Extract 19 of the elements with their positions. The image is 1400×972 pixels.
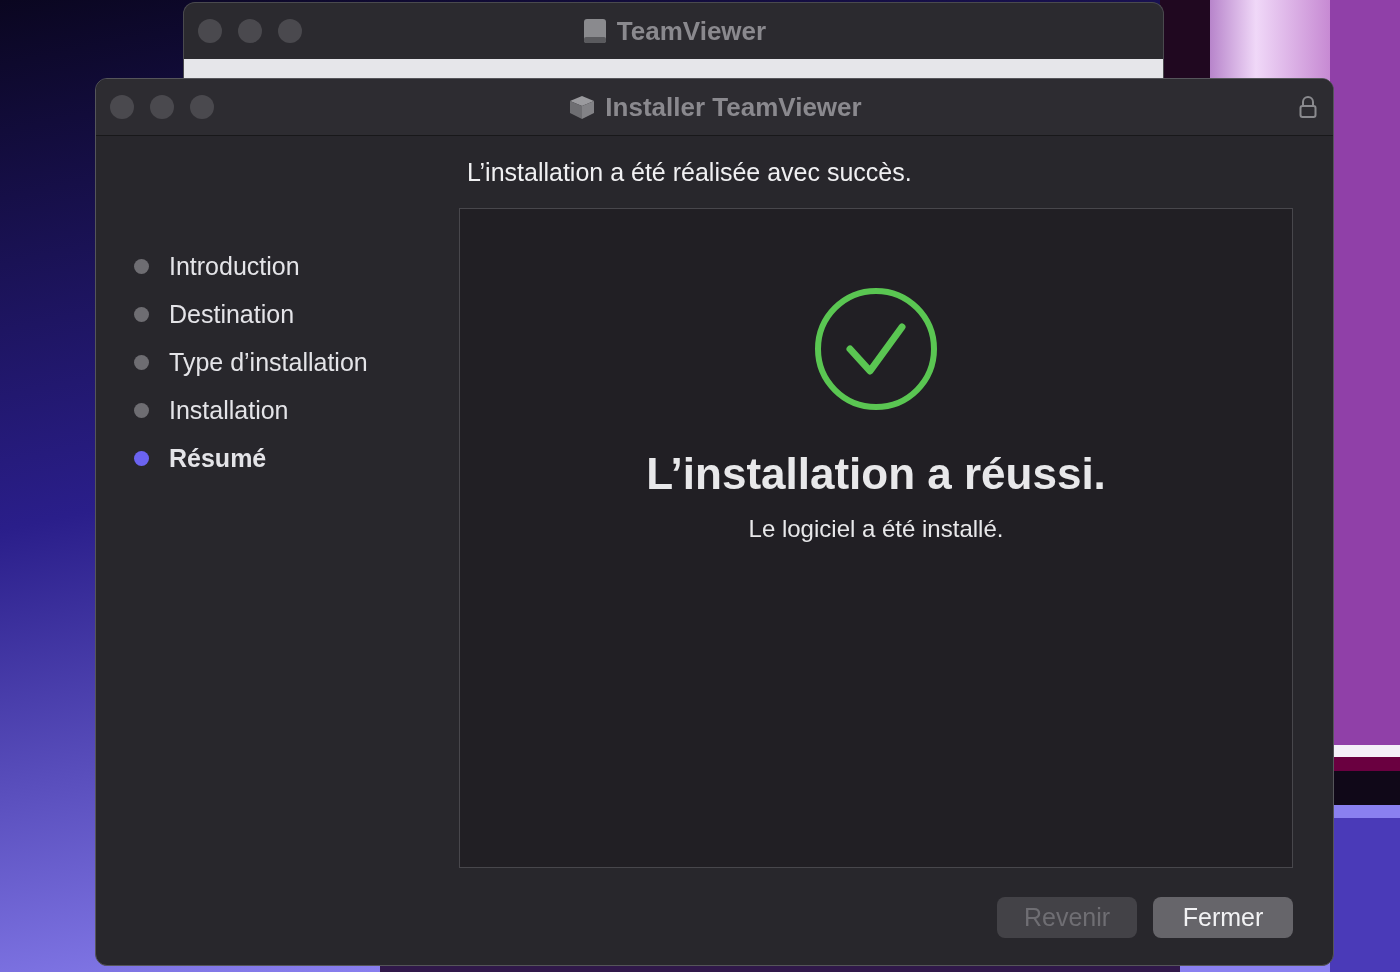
- step-label: Type d’installation: [169, 348, 368, 377]
- zoom-button[interactable]: [190, 95, 214, 119]
- checkmark-icon: [814, 287, 938, 411]
- step-label: Destination: [169, 300, 295, 329]
- result-title: L’installation a réussi.: [646, 449, 1106, 499]
- step-label: Résumé: [169, 444, 267, 473]
- lock-icon: [1299, 95, 1317, 119]
- close-button[interactable]: [198, 19, 222, 43]
- minimize-button[interactable]: [238, 19, 262, 43]
- result-message: Le logiciel a été installé.: [748, 515, 1004, 543]
- window-title: Installer TeamViewer: [605, 91, 862, 123]
- dialog-button[interactable]: Fermer: [1153, 897, 1293, 938]
- close-button[interactable]: [110, 95, 134, 119]
- step-label: Introduction: [169, 252, 300, 281]
- minimize-button[interactable]: [150, 95, 174, 119]
- heading: L’installation a été réalisée avec succès.: [466, 156, 913, 188]
- zoom-button[interactable]: [278, 19, 302, 43]
- step-label: Installation: [169, 396, 289, 425]
- window-title: TeamViewer: [616, 15, 767, 47]
